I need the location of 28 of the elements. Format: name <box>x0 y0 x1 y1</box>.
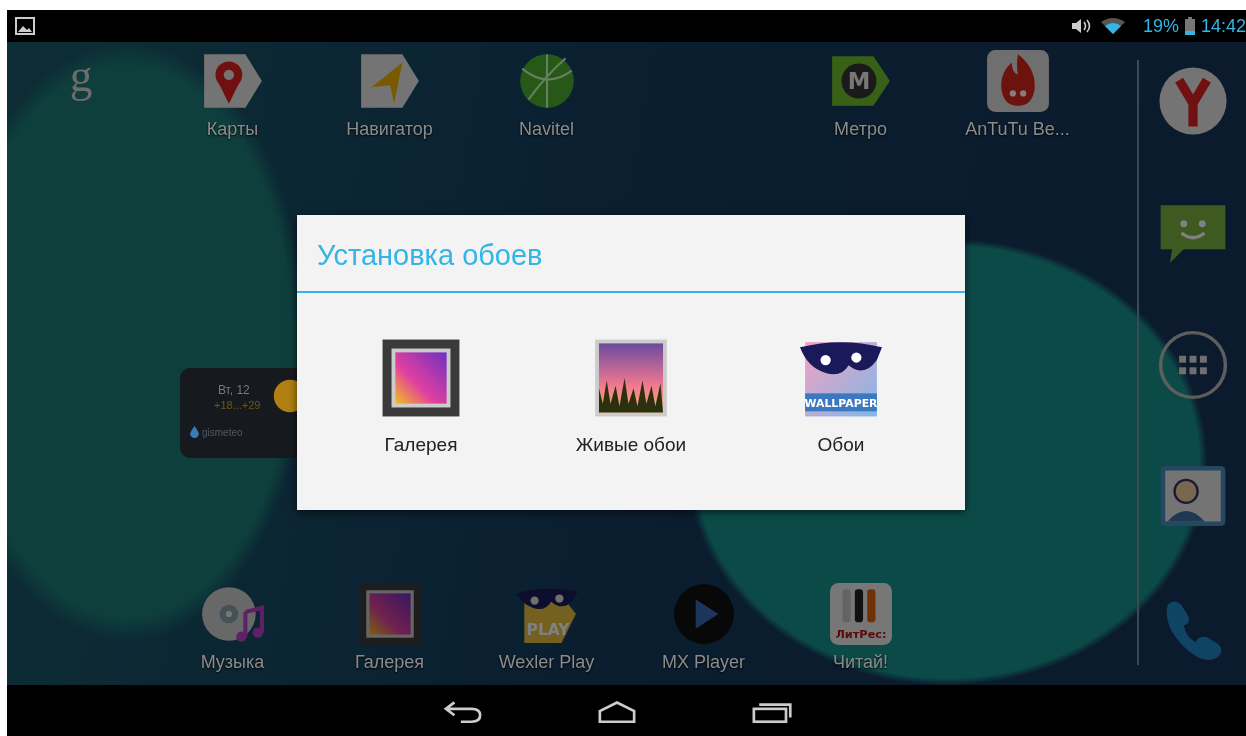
app-shortcut[interactable]: Музыка <box>154 581 311 685</box>
weather-date: Вт, 12 <box>218 382 250 398</box>
water-drop-icon <box>190 426 199 438</box>
wallpaper-option[interactable]: WALLPAPER Обои <box>736 337 946 456</box>
clock-text: 14:42 <box>1200 15 1246 37</box>
wifi-icon <box>1100 18 1125 34</box>
app-shortcut[interactable]: Навигатор <box>311 48 468 142</box>
app-shortcut[interactable]: M Метро <box>782 48 939 142</box>
picture-frame-icon <box>356 581 423 647</box>
battery-percent: 19% <box>1142 15 1179 37</box>
picture-frame-icon <box>380 337 462 419</box>
app-shortcut[interactable]: ЛитРес: Читай! <box>782 581 939 685</box>
book-stack-icon: ЛитРес: <box>827 581 894 647</box>
wallpaper-option[interactable]: Галерея <box>316 337 526 456</box>
wallpaper-option[interactable]: Живые обои <box>526 337 736 456</box>
app-shortcut[interactable]: MX Player <box>625 581 782 685</box>
flame-creature-icon <box>984 48 1051 114</box>
battery-icon <box>1184 17 1195 35</box>
brand-text: gismeteo <box>202 426 243 438</box>
speaker-icon <box>1070 18 1093 34</box>
app-shortcut[interactable]: PLAY Wexler Play <box>468 581 625 685</box>
app-shortcut[interactable]: Navitel <box>468 48 625 142</box>
picture-icon <box>15 17 35 35</box>
temperature-range: +18...+29 <box>214 398 261 412</box>
app-shortcut[interactable]: Галерея <box>311 581 468 685</box>
app-shortcut[interactable]: AnTuTu Be... <box>939 48 1096 142</box>
app-shortcut[interactable]: Карты <box>154 48 311 142</box>
dialog-title: Установка обоев <box>297 215 965 293</box>
